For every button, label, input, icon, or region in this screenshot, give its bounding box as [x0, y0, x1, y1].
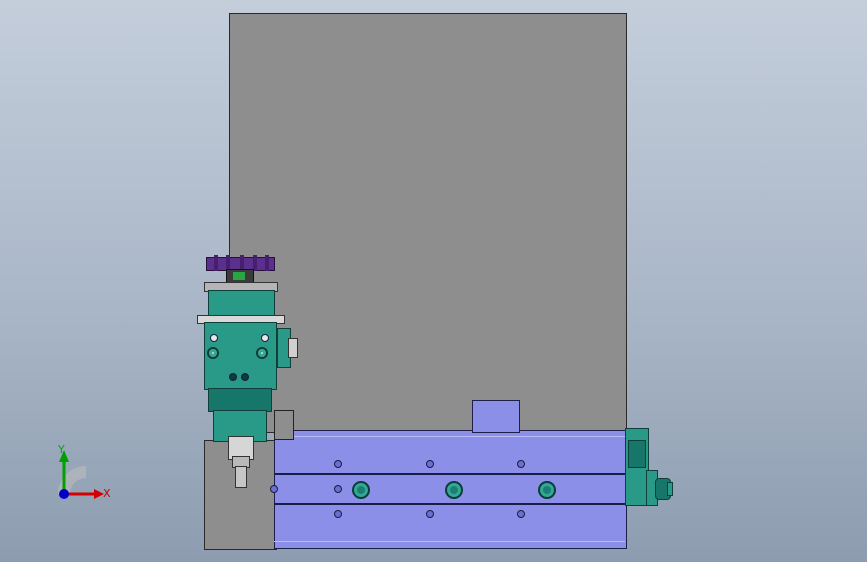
- rail-hole: [517, 510, 525, 518]
- rail-bolt[interactable]: [538, 481, 556, 499]
- rail-hole: [334, 510, 342, 518]
- rail-carriage-block[interactable]: [472, 400, 520, 433]
- rail-groove-upper: [274, 473, 625, 475]
- piston-rod-tip[interactable]: [235, 466, 247, 488]
- knob-shaft-marker: [233, 272, 245, 280]
- rail-hole: [334, 460, 342, 468]
- body-screw: [261, 334, 269, 342]
- body-port[interactable]: [207, 347, 219, 359]
- knob-tooth: [214, 255, 218, 271]
- back-plate[interactable]: [229, 13, 627, 433]
- rail-hole: [270, 485, 278, 493]
- side-fitting: [288, 338, 298, 358]
- cylinder-head[interactable]: [208, 290, 275, 316]
- cad-graphics-area[interactable]: Y X: [0, 0, 867, 562]
- end-fitting-tip: [667, 482, 673, 496]
- rail-hole: [517, 460, 525, 468]
- x-axis-label: X: [103, 487, 111, 500]
- rail-bolt[interactable]: [352, 481, 370, 499]
- rail-hole: [426, 510, 434, 518]
- cylinder-lower-body[interactable]: [208, 388, 272, 412]
- end-cap-detail: [628, 440, 646, 468]
- rail-bolt[interactable]: [445, 481, 463, 499]
- body-screw: [210, 334, 218, 342]
- rail-groove-lower: [274, 503, 625, 505]
- side-bracket: [274, 410, 294, 440]
- body-screw: [241, 373, 249, 381]
- rail-hole: [334, 485, 342, 493]
- y-axis-label: Y: [58, 443, 65, 456]
- body-port[interactable]: [256, 347, 268, 359]
- rail-edge-line: [274, 436, 625, 437]
- rail-hole: [426, 460, 434, 468]
- rail-edge-line: [274, 541, 625, 542]
- body-screw: [229, 373, 237, 381]
- knob-tooth: [265, 255, 269, 271]
- z-axis-dot: [59, 489, 69, 499]
